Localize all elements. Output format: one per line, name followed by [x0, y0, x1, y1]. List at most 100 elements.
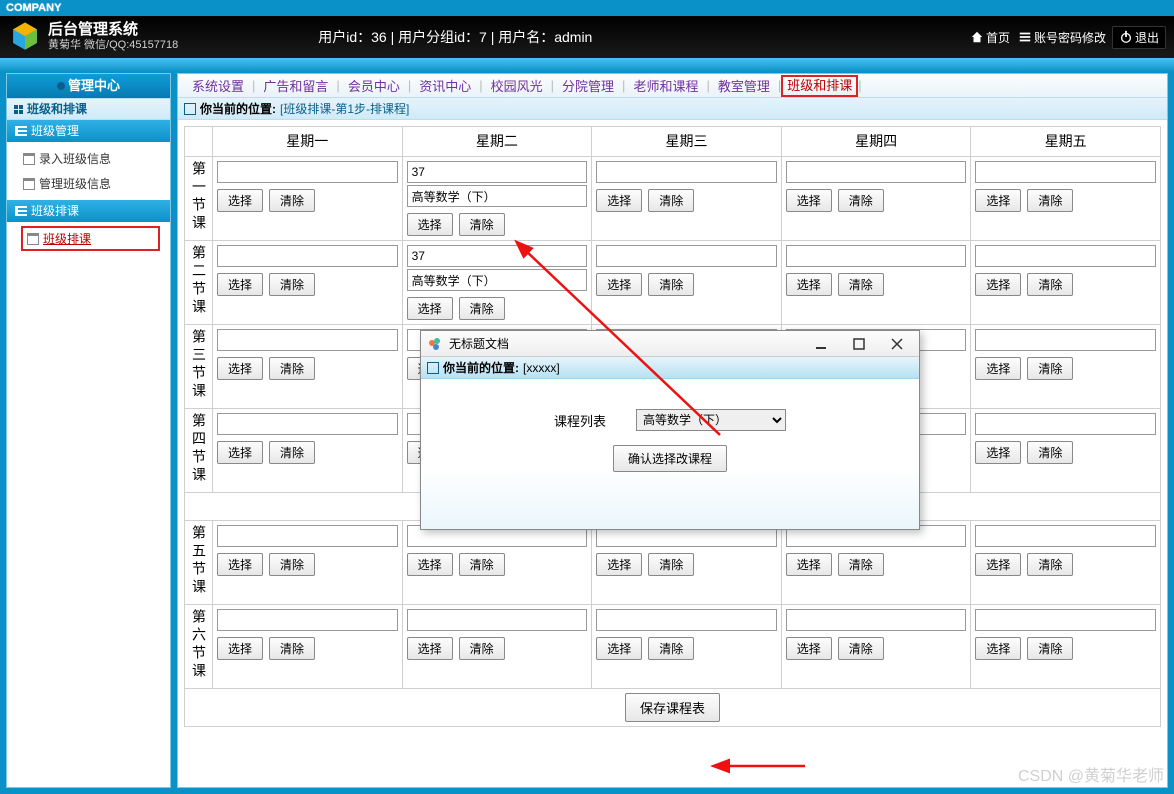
- confirm-course-button[interactable]: 确认选择改课程: [613, 445, 727, 472]
- select-button[interactable]: 选择: [407, 213, 453, 236]
- nav-teachers[interactable]: 老师和课程: [625, 76, 706, 95]
- sidebar-group-schedule[interactable]: 班级排课: [7, 200, 170, 222]
- course-id-input[interactable]: [407, 161, 588, 183]
- save-schedule-button[interactable]: 保存课程表: [625, 693, 720, 722]
- clear-button[interactable]: 清除: [269, 189, 315, 212]
- select-button[interactable]: 选择: [596, 273, 642, 296]
- select-button[interactable]: 选择: [407, 637, 453, 660]
- course-id-input[interactable]: [975, 245, 1156, 267]
- nav-rooms[interactable]: 教室管理: [710, 76, 778, 95]
- schedule-cell: 选择清除: [213, 157, 403, 241]
- sidebar-item-manage-class[interactable]: 管理班级信息: [21, 171, 170, 196]
- logout-button[interactable]: 退出: [1112, 26, 1166, 49]
- select-button[interactable]: 选择: [217, 637, 263, 660]
- clear-button[interactable]: 清除: [648, 553, 694, 576]
- page-icon: [184, 103, 196, 115]
- close-button[interactable]: [881, 333, 913, 355]
- course-id-input[interactable]: [975, 609, 1156, 631]
- schedule-cell: 选择清除: [781, 605, 971, 689]
- clear-button[interactable]: 清除: [459, 553, 505, 576]
- home-icon: [970, 30, 984, 44]
- select-button[interactable]: 选择: [217, 273, 263, 296]
- select-button[interactable]: 选择: [786, 553, 832, 576]
- clear-button[interactable]: 清除: [269, 637, 315, 660]
- course-select[interactable]: 高等数学（下）: [636, 409, 786, 431]
- clear-button[interactable]: 清除: [269, 553, 315, 576]
- sidebar-item-schedule[interactable]: 班级排课: [21, 226, 160, 251]
- clear-button[interactable]: 清除: [648, 189, 694, 212]
- select-button[interactable]: 选择: [786, 189, 832, 212]
- course-id-input[interactable]: [975, 161, 1156, 183]
- nav-schedule[interactable]: 班级和排课: [781, 75, 858, 97]
- clear-button[interactable]: 清除: [838, 637, 884, 660]
- password-link[interactable]: 账号密码修改: [1016, 29, 1108, 46]
- sidebar-item-create-class[interactable]: 录入班级信息: [21, 146, 170, 171]
- maximize-button[interactable]: [843, 333, 875, 355]
- nav-news[interactable]: 资讯中心: [411, 76, 479, 95]
- course-id-input[interactable]: [217, 609, 398, 631]
- clear-button[interactable]: 清除: [1027, 357, 1073, 380]
- course-id-input[interactable]: [596, 609, 777, 631]
- course-id-input[interactable]: [975, 525, 1156, 547]
- select-button[interactable]: 选择: [217, 441, 263, 464]
- course-id-input[interactable]: [217, 161, 398, 183]
- select-button[interactable]: 选择: [596, 553, 642, 576]
- nav-members[interactable]: 会员中心: [340, 76, 408, 95]
- course-id-input[interactable]: [975, 413, 1156, 435]
- select-button[interactable]: 选择: [596, 189, 642, 212]
- select-button[interactable]: 选择: [786, 273, 832, 296]
- course-id-input[interactable]: [217, 413, 398, 435]
- clear-button[interactable]: 清除: [838, 553, 884, 576]
- course-id-input[interactable]: [786, 245, 967, 267]
- select-button[interactable]: 选择: [975, 357, 1021, 380]
- select-button[interactable]: 选择: [975, 273, 1021, 296]
- select-button[interactable]: 选择: [975, 189, 1021, 212]
- home-link[interactable]: 首页: [968, 29, 1012, 46]
- clear-button[interactable]: 清除: [1027, 553, 1073, 576]
- clear-button[interactable]: 清除: [1027, 273, 1073, 296]
- select-button[interactable]: 选择: [217, 189, 263, 212]
- course-id-input[interactable]: [217, 525, 398, 547]
- sidebar-group-classes[interactable]: 班级管理: [7, 120, 170, 142]
- course-id-input[interactable]: [217, 329, 398, 351]
- select-button[interactable]: 选择: [217, 357, 263, 380]
- clear-button[interactable]: 清除: [459, 637, 505, 660]
- clear-button[interactable]: 清除: [459, 213, 505, 236]
- select-button[interactable]: 选择: [975, 441, 1021, 464]
- nav-system[interactable]: 系统设置: [184, 76, 252, 95]
- course-id-input[interactable]: [786, 609, 967, 631]
- nav-branch[interactable]: 分院管理: [554, 76, 622, 95]
- company-bar: COMPANY: [0, 0, 1174, 16]
- clear-button[interactable]: 清除: [269, 273, 315, 296]
- minimize-button[interactable]: [805, 333, 837, 355]
- course-name-input[interactable]: [407, 269, 588, 291]
- course-id-input[interactable]: [975, 329, 1156, 351]
- clear-button[interactable]: 清除: [1027, 637, 1073, 660]
- select-button[interactable]: 选择: [217, 553, 263, 576]
- select-button[interactable]: 选择: [975, 553, 1021, 576]
- course-id-input[interactable]: [786, 161, 967, 183]
- clear-button[interactable]: 清除: [269, 441, 315, 464]
- clear-button[interactable]: 清除: [838, 189, 884, 212]
- course-id-input[interactable]: [596, 245, 777, 267]
- select-button[interactable]: 选择: [407, 297, 453, 320]
- select-button[interactable]: 选择: [786, 637, 832, 660]
- course-name-input[interactable]: [407, 185, 588, 207]
- clear-button[interactable]: 清除: [269, 357, 315, 380]
- nav-campus[interactable]: 校园风光: [483, 76, 551, 95]
- clear-button[interactable]: 清除: [648, 273, 694, 296]
- course-id-input[interactable]: [407, 609, 588, 631]
- clear-button[interactable]: 清除: [459, 297, 505, 320]
- clear-button[interactable]: 清除: [838, 273, 884, 296]
- nav-ads[interactable]: 广告和留言: [255, 76, 336, 95]
- course-id-input[interactable]: [217, 245, 398, 267]
- clear-button[interactable]: 清除: [1027, 441, 1073, 464]
- clear-button[interactable]: 清除: [1027, 189, 1073, 212]
- select-button[interactable]: 选择: [596, 637, 642, 660]
- clear-button[interactable]: 清除: [648, 637, 694, 660]
- dialog-titlebar[interactable]: 无标题文档: [421, 331, 919, 357]
- select-button[interactable]: 选择: [975, 637, 1021, 660]
- select-button[interactable]: 选择: [407, 553, 453, 576]
- course-id-input[interactable]: [596, 161, 777, 183]
- course-id-input[interactable]: [407, 245, 588, 267]
